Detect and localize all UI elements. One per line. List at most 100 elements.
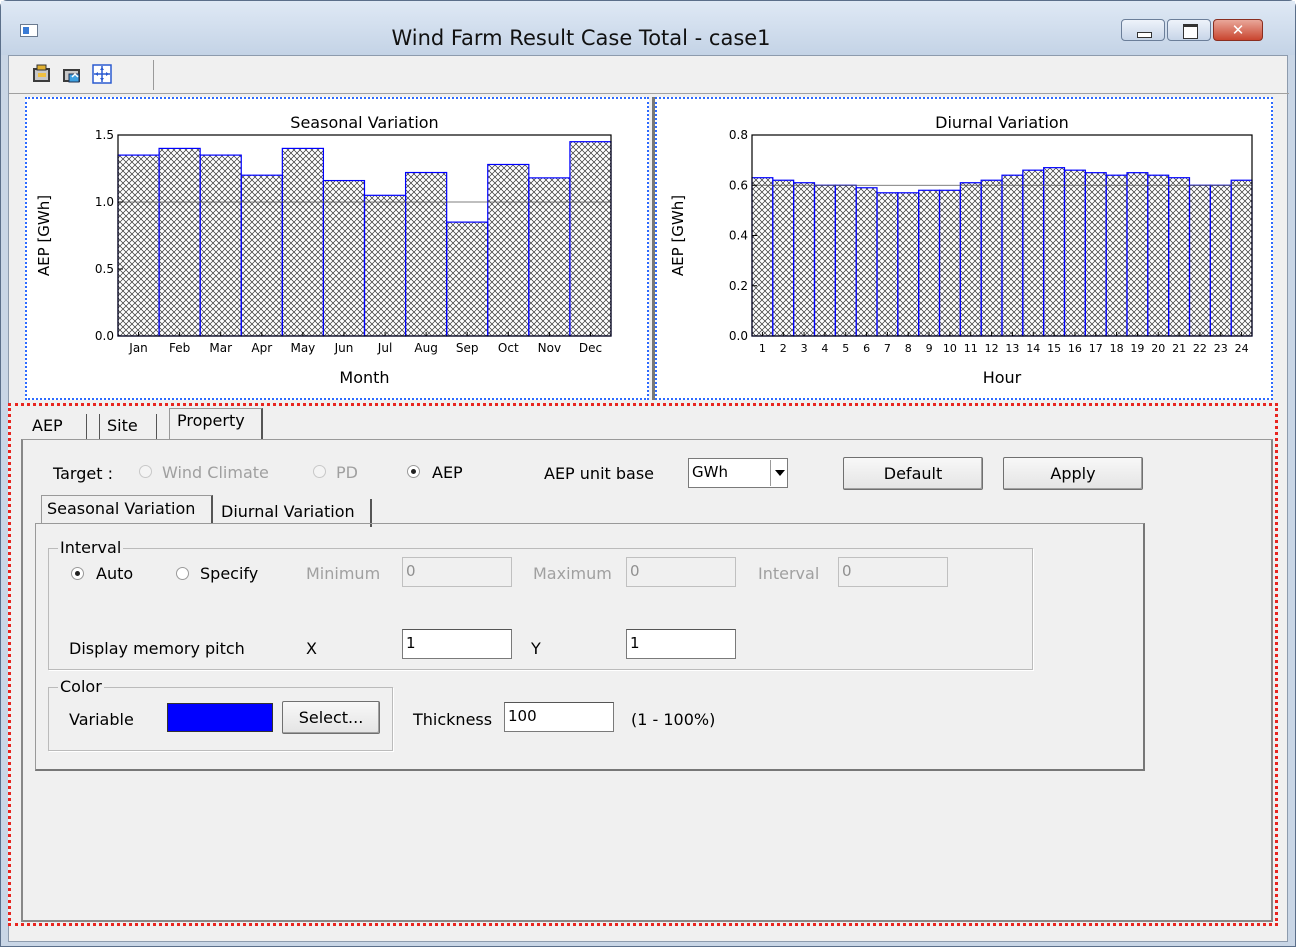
- chart-bar: [938, 189, 961, 337]
- chart-bar: [1105, 174, 1128, 337]
- x-tick-label: Aug: [414, 341, 437, 355]
- target-label: Target :: [53, 464, 113, 483]
- chart-title: Diurnal Variation: [935, 113, 1069, 132]
- variable-color-swatch[interactable]: [167, 703, 273, 732]
- x-tick-label: Sep: [456, 341, 479, 355]
- interval-group-title: Interval: [58, 538, 124, 557]
- subtab-seasonal-variation[interactable]: Seasonal Variation: [41, 495, 213, 523]
- minimum-label: Minimum: [306, 564, 381, 583]
- chart-bar: [569, 141, 612, 337]
- apply-button[interactable]: Apply: [1003, 457, 1143, 490]
- radio-specify[interactable]: [176, 567, 189, 580]
- chart-bar: [363, 194, 407, 337]
- x-tick-label: 18: [1110, 342, 1124, 355]
- chart-bar: [281, 147, 325, 337]
- x-tick-label: 7: [884, 342, 891, 355]
- chart-bar: [1168, 177, 1191, 337]
- maximum-input: 0: [626, 557, 736, 587]
- x-tick-label: 21: [1172, 342, 1186, 355]
- diurnal-variation-chart: 0.00.20.40.60.81 2 3 4 5 6 7 8 9 10 11 12 13 14 15 16 17…: [669, 113, 1253, 387]
- chart-title: Seasonal Variation: [290, 113, 438, 132]
- window-title: Wind Farm Result Case Total - case1: [391, 26, 771, 50]
- x-tick-label: 9: [926, 342, 933, 355]
- chart-bar: [1147, 174, 1170, 337]
- seasonal-variation-chart: 0.0 0.5 1.0 1.5 Jan Feb Mar Apr May Jun Jul Aug Sep O…: [35, 113, 612, 387]
- y-tick-label: 0.0: [95, 329, 114, 343]
- chart-bar: [528, 177, 571, 337]
- chart-bar: [1188, 184, 1211, 337]
- chevron-down-icon[interactable]: [770, 460, 787, 486]
- x-tick-label: Dec: [579, 341, 602, 355]
- x-tick-label: 22: [1193, 342, 1207, 355]
- default-button[interactable]: Default: [843, 457, 983, 490]
- main-window: Wind Farm Result Case Total - case1 ✕ 0.…: [0, 0, 1296, 947]
- x-tick-label: 6: [863, 342, 870, 355]
- chart-bar: [1001, 174, 1024, 337]
- chart-bar: [980, 179, 1003, 337]
- interval-input: 0: [838, 557, 948, 587]
- minimize-button[interactable]: [1121, 19, 1165, 41]
- x-tick-label: 20: [1151, 342, 1165, 355]
- x-tick-label: 5: [842, 342, 849, 355]
- pitch-x-input[interactable]: 1: [402, 629, 512, 659]
- chart-bar: [1230, 179, 1253, 337]
- color-group-title: Color: [58, 677, 104, 696]
- x-tick-label: Jul: [377, 341, 392, 355]
- y-axis-label: AEP [GWh]: [35, 195, 53, 276]
- thickness-input[interactable]: 100: [504, 702, 614, 732]
- x-tick-label: Feb: [169, 341, 190, 355]
- x-tick-label: 15: [1047, 342, 1061, 355]
- x-tick-label: 23: [1214, 342, 1228, 355]
- toolbar: [9, 56, 1289, 94]
- open-icon[interactable]: [31, 63, 53, 85]
- x-tick-label: Jun: [334, 341, 354, 355]
- x-tick-label: Mar: [209, 341, 232, 355]
- x-label: X: [306, 639, 317, 658]
- toolbar-separator: [153, 60, 154, 90]
- chart-bar: [322, 179, 366, 337]
- chart-bar: [793, 182, 816, 337]
- thickness-range-label: (1 - 100%): [631, 710, 716, 729]
- x-tick-label: 11: [964, 342, 978, 355]
- variable-label: Variable: [69, 710, 134, 729]
- x-tick-label: 24: [1235, 342, 1249, 355]
- fit-view-icon[interactable]: [91, 63, 113, 85]
- chart-bar: [876, 192, 899, 337]
- chart-bar: [1126, 172, 1149, 337]
- chart-bar: [1084, 172, 1107, 337]
- chart-bar: [1063, 169, 1086, 337]
- title-bar[interactable]: Wind Farm Result Case Total - case1: [1, 1, 1295, 55]
- x-axis-label: Month: [339, 368, 389, 387]
- chart-bar: [834, 184, 857, 337]
- x-tick-label: 14: [1026, 342, 1040, 355]
- radio-aep-label[interactable]: AEP: [432, 463, 463, 482]
- diurnal-chart-pane: 0.0 0.2 0.4 0.6 0.8 1 2 3 4 5 6 7 8 9 10 11 12 13 14 15 16 17…: [652, 97, 1273, 400]
- radio-aep[interactable]: [407, 465, 420, 478]
- x-tick-label: 13: [1005, 342, 1019, 355]
- x-axis-label: Hour: [983, 368, 1022, 387]
- save-icon[interactable]: [61, 63, 83, 85]
- x-tick-label: 4: [821, 342, 828, 355]
- pitch-y-input[interactable]: 1: [626, 629, 736, 659]
- tab-property[interactable]: Property: [169, 408, 263, 440]
- tab-aep[interactable]: AEP: [25, 414, 87, 440]
- chart-bar: [918, 189, 941, 337]
- close-button[interactable]: [1213, 19, 1263, 41]
- x-tick-label: 17: [1089, 342, 1103, 355]
- chart-bar: [813, 184, 836, 337]
- select-color-button[interactable]: Select...: [282, 701, 380, 734]
- memory-pitch-label: Display memory pitch: [69, 639, 245, 658]
- minimum-input: 0: [402, 557, 512, 587]
- radio-specify-label[interactable]: Specify: [200, 564, 258, 583]
- tab-site[interactable]: Site: [99, 414, 157, 440]
- maximum-label: Maximum: [533, 564, 612, 583]
- y-axis-label: AEP [GWh]: [669, 195, 687, 276]
- radio-wind-climate: [139, 465, 152, 478]
- x-tick-label: 8: [905, 342, 912, 355]
- chart-bar: [751, 177, 774, 337]
- chart-bar: [199, 154, 242, 337]
- x-tick-label: Nov: [538, 341, 561, 355]
- maximize-button[interactable]: [1167, 19, 1211, 41]
- radio-auto[interactable]: [71, 567, 84, 580]
- radio-auto-label[interactable]: Auto: [96, 564, 133, 583]
